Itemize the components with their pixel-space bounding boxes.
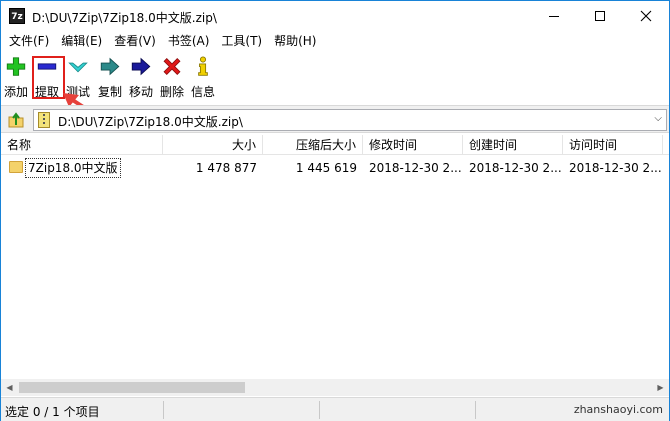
title-bar: 7z D:\DU\7Zip\7Zip18.0中文版.zip\ — [1, 1, 669, 31]
status-divider — [475, 401, 476, 419]
horizontal-scrollbar[interactable]: ◀ ▶ — [1, 379, 669, 396]
scrollbar-thumb[interactable] — [19, 382, 245, 393]
menu-edit[interactable]: 编辑(E) — [55, 31, 108, 51]
scroll-right-icon[interactable]: ▶ — [654, 381, 667, 394]
menu-bookmarks[interactable]: 书签(A) — [162, 31, 216, 51]
column-size[interactable]: 大小 — [163, 135, 263, 155]
table-row[interactable]: 7Zip18.0中文版 1 478 877 1 445 619 2018-12-… — [1, 157, 669, 179]
selection-status: 选定 0 / 1 个项目 — [5, 405, 100, 419]
delete-label: 删除 — [160, 85, 185, 99]
app-icon: 7z — [9, 8, 25, 24]
row-modified: 2018-12-30 2... — [369, 161, 462, 175]
zip-file-icon — [38, 112, 50, 128]
add-label: 添加 — [4, 85, 29, 99]
watermark: zhanshaoyi.com — [573, 403, 663, 416]
status-divider — [163, 401, 164, 419]
column-created[interactable]: 创建时间 — [463, 135, 563, 155]
close-icon — [640, 10, 652, 22]
row-created: 2018-12-30 2... — [469, 161, 562, 175]
delete-x-icon — [163, 58, 181, 75]
app-window: 7z D:\DU\7Zip\7Zip18.0中文版.zip\ 文件(F) 编辑(… — [0, 0, 670, 421]
address-row: D:\DU\7Zip\7Zip18.0中文版.zip\ ⌵ — [1, 105, 669, 133]
info-label: 信息 — [191, 85, 216, 99]
move-arrow-icon — [131, 57, 151, 76]
move-label: 移动 — [129, 85, 154, 99]
menu-help[interactable]: 帮助(H) — [268, 31, 322, 51]
check-icon — [68, 62, 88, 73]
scroll-left-icon[interactable]: ◀ — [3, 381, 16, 394]
menu-file[interactable]: 文件(F) — [3, 31, 55, 51]
menu-bar: 文件(F) 编辑(E) 查看(V) 书签(A) 工具(T) 帮助(H) — [1, 31, 669, 51]
column-header: 名称 大小 压缩后大小 修改时间 创建时间 访问时间 — [1, 135, 669, 155]
file-list: 名称 大小 压缩后大小 修改时间 创建时间 访问时间 7Zip18.0中文版 1… — [1, 135, 669, 379]
maximize-icon — [595, 11, 605, 21]
row-size: 1 478 877 — [195, 161, 257, 175]
status-divider — [319, 401, 320, 419]
address-path: D:\DU\7Zip\7Zip18.0中文版.zip\ — [58, 115, 243, 129]
row-accessed: 2018-12-30 2... — [569, 161, 662, 175]
menu-view[interactable]: 查看(V) — [108, 31, 162, 51]
info-button[interactable]: 信息 — [191, 56, 215, 100]
menu-tools[interactable]: 工具(T) — [215, 31, 268, 51]
column-packed-size[interactable]: 压缩后大小 — [263, 135, 363, 155]
up-folder-button[interactable] — [5, 109, 27, 131]
minimize-button[interactable] — [531, 1, 577, 31]
column-name[interactable]: 名称 — [1, 135, 163, 155]
up-folder-icon — [8, 112, 24, 128]
plus-icon — [6, 57, 26, 76]
column-modified[interactable]: 修改时间 — [363, 135, 463, 155]
folder-icon — [9, 161, 23, 173]
column-accessed[interactable]: 访问时间 — [563, 135, 663, 155]
delete-button[interactable]: 删除 — [160, 56, 184, 100]
row-name: 7Zip18.0中文版 — [25, 158, 121, 178]
status-bar: 选定 0 / 1 个项目 zhanshaoyi.com — [1, 397, 669, 421]
address-input[interactable]: D:\DU\7Zip\7Zip18.0中文版.zip\ ⌵ — [33, 109, 667, 131]
maximize-button[interactable] — [577, 1, 623, 31]
close-button[interactable] — [623, 1, 669, 31]
copy-arrow-icon — [100, 57, 120, 76]
move-button[interactable]: 移动 — [129, 56, 153, 100]
minimize-icon — [549, 15, 559, 17]
info-icon — [198, 56, 208, 76]
chevron-down-icon[interactable]: ⌵ — [654, 113, 662, 124]
row-packed-size: 1 445 619 — [295, 161, 357, 175]
add-button[interactable]: 添加 — [4, 56, 28, 100]
window-title: D:\DU\7Zip\7Zip18.0中文版.zip\ — [32, 11, 217, 25]
